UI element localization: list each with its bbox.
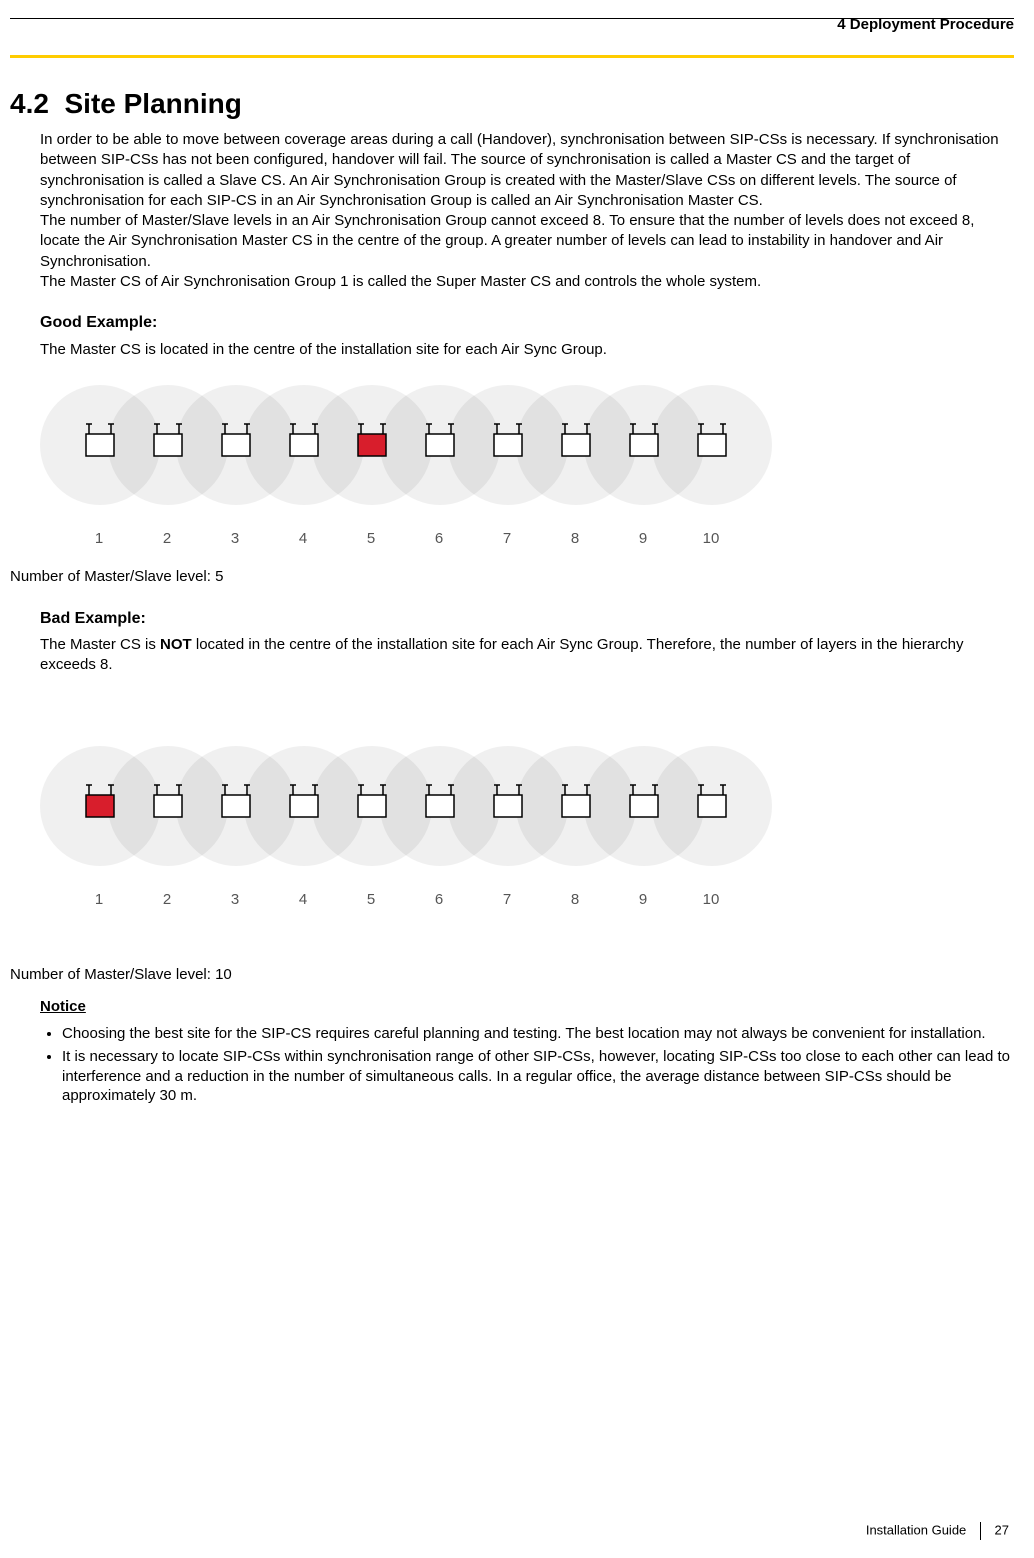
diagram-label: 4 (269, 529, 337, 549)
bad-diagram (40, 736, 820, 876)
notice-heading: Notice (40, 997, 1014, 1017)
section-number: 4.2 (10, 88, 49, 119)
diagram-label: 4 (269, 890, 337, 910)
bad-example-desc: The Master CS is NOT located in the cent… (40, 635, 1014, 676)
diagram-label: 3 (201, 890, 269, 910)
good-diagram (40, 375, 820, 515)
diagram-label: 7 (473, 890, 541, 910)
intro-paragraph: In order to be able to move between cove… (40, 130, 1014, 292)
diagram-label: 9 (609, 529, 677, 549)
notice-item: Choosing the best site for the SIP-CS re… (62, 1024, 1014, 1044)
notice-item: It is necessary to locate SIP-CSs within… (62, 1047, 1014, 1106)
diagram-label: 5 (337, 890, 405, 910)
footer-page: 27 (995, 1522, 1009, 1537)
diagram-label: 1 (65, 529, 133, 549)
good-example-desc: The Master CS is located in the centre o… (40, 340, 1014, 360)
footer-guide: Installation Guide (866, 1522, 966, 1537)
diagram-label: 10 (677, 529, 745, 549)
section-heading: 4.2 Site Planning (10, 88, 1014, 120)
diagram-label: 7 (473, 529, 541, 549)
bad-desc-bold: NOT (160, 636, 192, 653)
diagram-label: 3 (201, 529, 269, 549)
diagram-label: 1 (65, 890, 133, 910)
diagram-label: 5 (337, 529, 405, 549)
diagram-label: 2 (133, 890, 201, 910)
bad-example-heading: Bad Example: (40, 608, 1014, 630)
diagram-label: 10 (677, 890, 745, 910)
bad-level-text: Number of Master/Slave level: 10 (10, 965, 1014, 985)
diagram-label: 6 (405, 890, 473, 910)
diagram-label: 8 (541, 890, 609, 910)
diagram-label: 9 (609, 890, 677, 910)
diagram-label: 6 (405, 529, 473, 549)
bad-desc-pre: The Master CS is (40, 636, 160, 653)
chapter-header: 4 Deployment Procedure (10, 16, 1014, 33)
good-level-text: Number of Master/Slave level: 5 (10, 567, 1014, 587)
section-title: Site Planning (65, 88, 242, 119)
good-example-heading: Good Example: (40, 312, 1014, 334)
diagram-label: 8 (541, 529, 609, 549)
diagram-label: 2 (133, 529, 201, 549)
page-footer: Installation Guide 27 (866, 1522, 1009, 1540)
